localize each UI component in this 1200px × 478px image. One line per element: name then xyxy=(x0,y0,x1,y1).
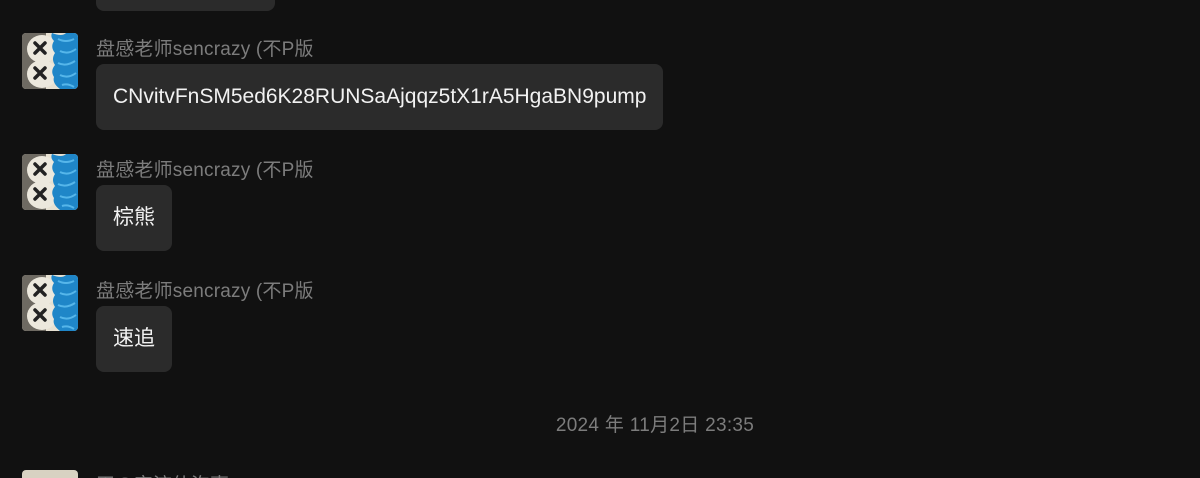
message-bubble[interactable]: 棕熊 xyxy=(96,185,172,251)
next-message-partial: 王の宫流仙泡事 xyxy=(22,470,422,478)
sender-name: 盘感老师sencrazy (不P版 xyxy=(96,39,314,60)
kaws-avatar-icon[interactable] xyxy=(22,33,78,89)
chat-message-list[interactable]: 盘感老师sencrazy (不P版 CNvitvFnSM5ed6K28RUNSa… xyxy=(0,0,1200,478)
sender-name: 王の宫流仙泡事 xyxy=(96,470,229,478)
sender-name: 盘感老师sencrazy (不P版 xyxy=(96,160,314,181)
date-separator: 2024 年 11月2日 23:35 xyxy=(555,415,755,436)
sender-name: 盘感老师sencrazy (不P版 xyxy=(96,281,314,302)
kaws-avatar-icon[interactable] xyxy=(22,275,78,331)
kaws-avatar-icon[interactable] xyxy=(22,154,78,210)
previous-message-bubble[interactable] xyxy=(96,0,275,11)
message-bubble[interactable]: 速追 xyxy=(96,306,172,372)
message-bubble[interactable]: CNvitvFnSM5ed6K28RUNSaAjqqz5tX1rA5HgaBN9… xyxy=(96,64,664,130)
avatar[interactable] xyxy=(22,470,78,478)
